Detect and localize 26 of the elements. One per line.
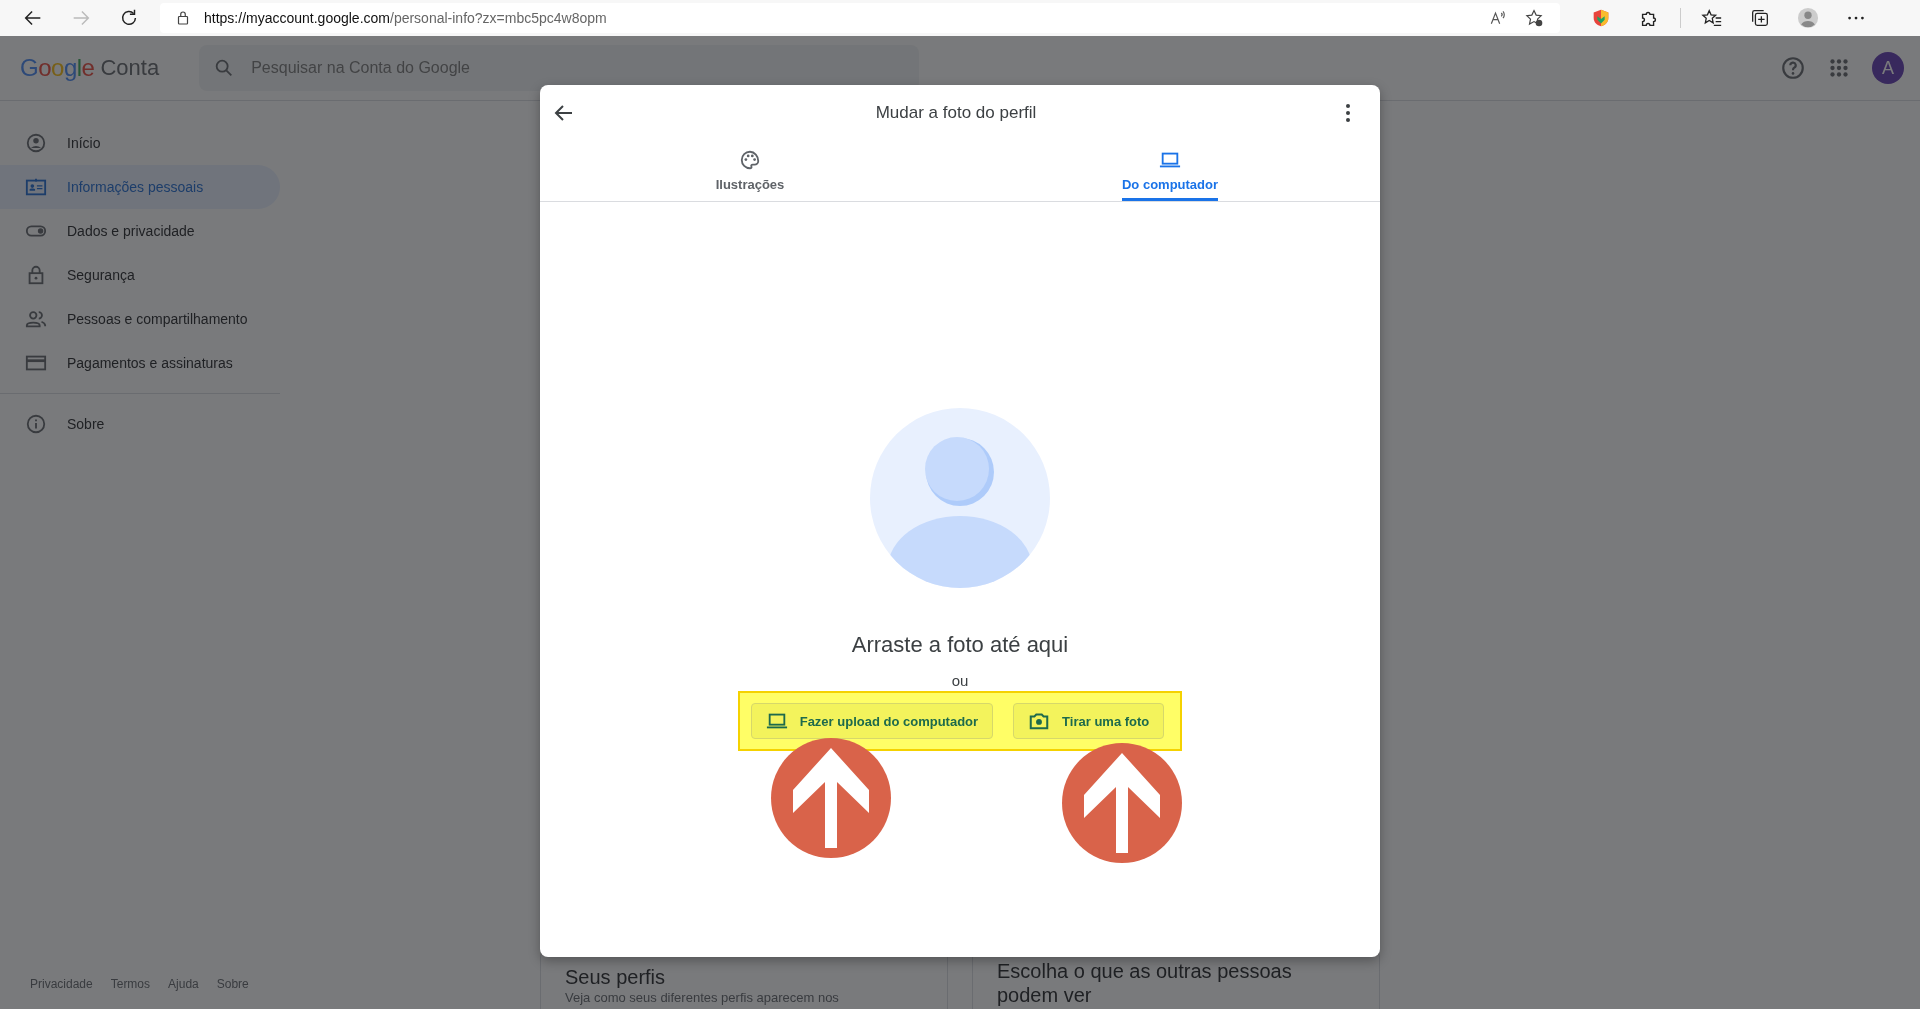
dialog-title: Mudar a foto do perfil [875, 103, 1037, 123]
upload-button[interactable]: Tirar uma foto [1013, 703, 1165, 739]
footer-link[interactable]: Ajuda [168, 977, 199, 991]
footer-link[interactable]: Privacidade [30, 977, 93, 991]
product-name: Conta [100, 55, 160, 81]
tab[interactable]: Ilustrações [715, 141, 785, 201]
sidebar-item[interactable]: Início [0, 121, 280, 165]
footer-link[interactable]: Sobre [216, 977, 249, 991]
sidebar-item[interactable]: Dados e privacidade [0, 209, 280, 253]
address-bar[interactable]: https://myaccount.google.com/personal-info?zx=mbc5pc4w8opm [160, 3, 1560, 33]
upload-button[interactable]: Fazer upload do computador [750, 703, 994, 739]
card-text: Veja como seus diferentes perfis aparecem nos [565, 989, 840, 1007]
google-logo[interactable]: Google [20, 54, 95, 82]
sidebar-item[interactable]: Sobre [0, 402, 280, 446]
sidebar-item[interactable]: Pessoas e compartilhamento [0, 297, 280, 341]
card-title: Seus perfis [565, 965, 667, 989]
footer-link[interactable]: Termos [110, 977, 151, 991]
sidebar-item[interactable]: Segurança [0, 253, 280, 297]
url-text: https://myaccount.google.com/personal-info?zx=mbc5pc4w8opm [204, 10, 607, 26]
sidebar-item[interactable]: Pagamentos e assinaturas [0, 341, 280, 385]
sidebar-item[interactable]: Informações pessoais [0, 165, 280, 209]
drop-hint: Arraste a foto até aqui [851, 632, 1069, 658]
tab[interactable]: Do computador [1121, 141, 1219, 201]
or-text: ou [951, 672, 969, 689]
card-title: Escolha o que as outras pessoas podem ver [997, 959, 1293, 1007]
account-avatar[interactable]: A [1872, 52, 1904, 84]
